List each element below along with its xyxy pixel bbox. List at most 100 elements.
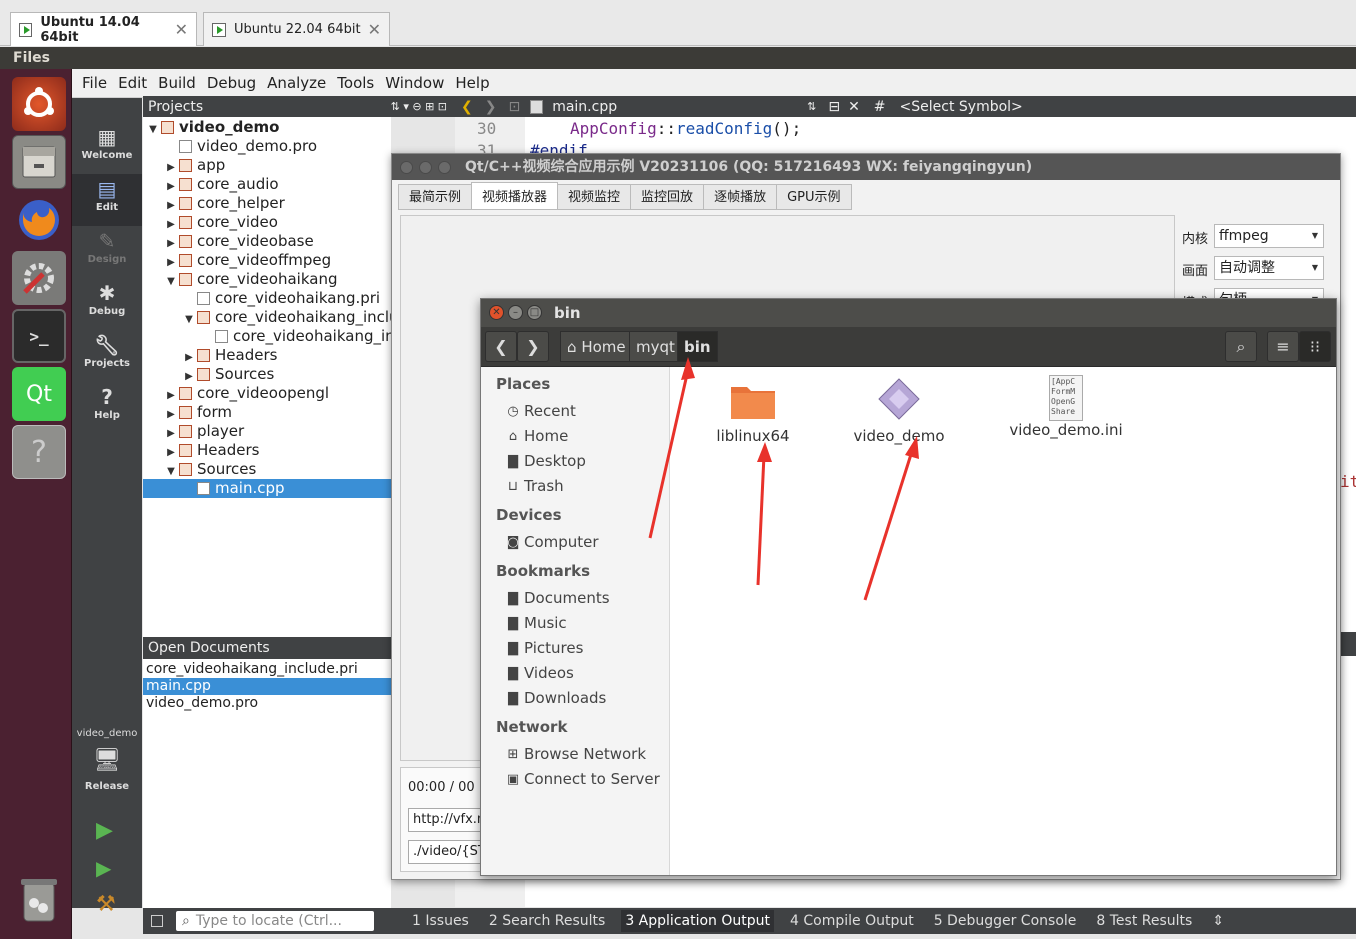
mode-debug[interactable]: ✱ Debug [72,278,142,330]
tree-item[interactable]: ▶ app [143,156,391,175]
minimize-icon[interactable]: – [508,305,523,320]
mode-welcome[interactable]: ▦ Welcome [72,122,142,174]
tree-item[interactable]: ▼ video_demo [143,118,391,137]
output-tab-compile-output[interactable]: 4 Compile Output [786,910,918,932]
tree-item[interactable]: ▶ core_video [143,213,391,232]
tab-video-player[interactable]: 视频播放器 [471,182,559,210]
tree-item[interactable]: ▼ core_videohaikang [143,270,391,289]
mode-design[interactable]: ✎ Design [72,226,142,278]
menu-debug[interactable]: Debug [207,74,256,92]
settings-icon[interactable] [12,251,66,305]
debug-run-icon[interactable]: ▶ [96,856,111,880]
open-document-item[interactable]: main.cpp [143,678,391,695]
qt-creator-icon[interactable]: Qt [12,367,66,421]
filter-icon[interactable]: ⇅ ▾ ⊖ ⊞ ⊡ [391,100,447,113]
output-tab-issues[interactable]: 1 Issues [408,910,473,932]
maximize-icon[interactable] [438,161,451,174]
mode-projects[interactable]: 🔧︎ Projects [72,330,142,382]
file-item-video-demo-ini[interactable]: [AppC FormM OpenG Share video_demo.ini [991,375,1141,439]
run-icon[interactable]: ▶ [96,818,113,843]
menu-build[interactable]: Build [158,74,196,92]
file-item-liblinux64[interactable]: liblinux64 [701,379,805,445]
vm-tab-ubuntu-14[interactable]: Ubuntu 14.04 64bit ✕ [10,12,197,46]
monitor-icon[interactable]: 🖥︎ [92,748,122,773]
sidebar-item-desktop[interactable]: ▇ Desktop [505,452,586,470]
tree-item[interactable]: ▶ core_videoffmpeg [143,251,391,270]
tree-item[interactable]: ▶ core_helper [143,194,391,213]
menu-analyze[interactable]: Analyze [267,74,326,92]
close-editor-icon[interactable]: ✕ [848,99,860,115]
output-tab-test-results[interactable]: 8 Test Results [1092,910,1196,932]
output-tab-debugger-console[interactable]: 5 Debugger Console [930,910,1081,932]
menu-edit[interactable]: Edit [118,74,147,92]
tab-gpu[interactable]: GPU示例 [776,184,852,210]
close-icon[interactable]: ✕ [489,305,504,320]
files-icon[interactable] [12,135,66,189]
back-icon[interactable]: ❮ [485,331,517,362]
tree-item[interactable]: core_videohaikang.pri [143,289,391,308]
split-icon[interactable]: ⊟ [828,99,840,115]
mode-edit[interactable]: ▤ Edit [72,174,142,226]
more-tabs-icon[interactable]: ⇕ [1208,910,1228,932]
breadcrumb-home[interactable]: ⌂ Home [560,331,633,362]
open-document-item[interactable]: core_videohaikang_include.pri [143,661,391,678]
locator-input[interactable]: ⌕ Type to locate (Ctrl... [176,911,374,931]
close-icon[interactable]: ✕ [368,20,381,39]
sidebar-item-trash[interactable]: ⊔ Trash [505,477,564,495]
tab-playback[interactable]: 监控回放 [630,184,705,210]
sidebar-item-downloads[interactable]: ▇ Downloads [505,689,606,707]
tree-item[interactable]: ▶ core_audio [143,175,391,194]
tree-item[interactable]: ▼ Sources [143,460,391,479]
sidebar-item-computer[interactable]: ◙ Computer [505,533,599,551]
firefox-icon[interactable] [12,193,66,247]
tree-item[interactable]: ▼core_videohaikang_include [143,308,391,327]
menu-file[interactable]: File [82,74,107,92]
output-tab-application-output[interactable]: 3 Application Output [621,910,774,932]
tree-item[interactable]: ▶ core_videoopengl [143,384,391,403]
menu-help[interactable]: Help [455,74,489,92]
sidebar-item-recent[interactable]: ◷ Recent [505,402,576,420]
output-tab-search-results[interactable]: 2 Search Results [485,910,609,932]
menu-window[interactable]: Window [385,74,444,92]
tree-item[interactable]: video_demo.pro [143,137,391,156]
minimize-icon[interactable] [419,161,432,174]
help-icon[interactable]: ? [12,425,66,479]
sidebar-item-videos[interactable]: ▇ Videos [505,664,574,682]
sidebar-item-pictures[interactable]: ▇ Pictures [505,639,583,657]
file-item-video-demo[interactable]: video_demo [846,377,952,445]
tab-simple[interactable]: 最简示例 [398,184,473,210]
sidebar-item-browse-network[interactable]: ⊞ Browse Network [505,745,646,763]
terminal-icon[interactable]: >_ [12,309,66,363]
search-icon[interactable]: ⌕ [1225,331,1257,362]
core-select[interactable]: ffmpeg [1214,224,1324,248]
breadcrumb-myqt[interactable]: myqt [629,331,682,362]
close-icon[interactable]: ✕ [175,20,188,39]
tree-item-selected[interactable]: main.cpp [143,479,391,498]
build-hammer-icon[interactable]: ⚒ [96,892,116,917]
sidebar-item-music[interactable]: ▇ Music [505,614,567,632]
picture-select[interactable]: 自动调整 [1214,256,1324,280]
tree-item[interactable]: ▶ form [143,403,391,422]
maximize-icon[interactable]: □ [527,305,542,320]
forward-icon[interactable]: ❯ [485,99,497,115]
tab-frame-play[interactable]: 逐帧播放 [703,184,778,210]
sidebar-item-documents[interactable]: ▇ Documents [505,589,610,607]
tree-item[interactable]: ▶ Headers [143,441,391,460]
close-icon[interactable] [400,161,413,174]
tree-item[interactable]: core_videohaikang_include.pri [143,327,391,346]
open-document-item[interactable]: video_demo.pro [143,695,391,712]
mode-help[interactable]: ? Help [72,382,142,434]
vm-tab-ubuntu-22[interactable]: Ubuntu 22.04 64bit ✕ [203,12,390,46]
ubuntu-logo-icon[interactable] [12,77,66,131]
forward-icon[interactable]: ❯ [517,331,549,362]
tree-item[interactable]: ▶ player [143,422,391,441]
tree-item[interactable]: ▶ Sources [143,365,391,384]
trash-icon[interactable] [12,873,66,927]
editor-file-name[interactable]: main.cpp [552,99,617,115]
breadcrumb-bin[interactable]: bin [677,331,718,362]
tree-item[interactable]: ▶ Headers [143,346,391,365]
sidebar-item-home[interactable]: ⌂ Home [505,427,568,445]
file-dropdown-icon[interactable]: ⇅ [807,100,816,113]
sidebar-toggle-icon[interactable] [151,915,163,927]
list-view-icon[interactable]: ≡ [1267,331,1299,362]
